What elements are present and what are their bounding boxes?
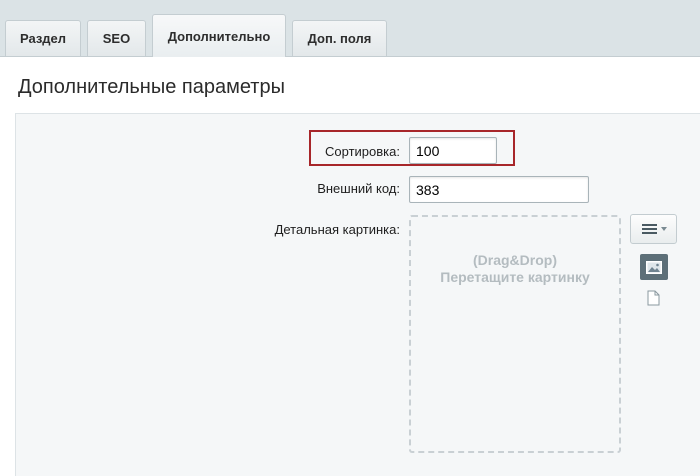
tab-razdel[interactable]: Раздел	[5, 20, 81, 56]
image-icon	[646, 260, 662, 274]
tab-label: SEO	[102, 31, 131, 46]
image-upload-button[interactable]	[640, 254, 668, 280]
external-code-input[interactable]	[409, 176, 589, 203]
panel-title: Дополнительные параметры	[18, 76, 285, 98]
file-icon[interactable]	[647, 290, 660, 306]
tab-extra-fields[interactable]: Доп. поля	[292, 20, 387, 56]
image-menu-button[interactable]	[630, 214, 677, 244]
tab-bar: Раздел SEO Дополнительно Доп. поля	[0, 0, 700, 57]
image-dropzone[interactable]: (Drag&Drop) Перетащите картинку	[409, 215, 621, 453]
external-code-label: Внешний код:	[317, 181, 400, 196]
tab-seo[interactable]: SEO	[87, 20, 146, 56]
hamburger-dropdown-icon	[641, 224, 667, 234]
detail-image-label: Детальная картинка:	[274, 222, 400, 237]
dropzone-hint-text: Перетащите картинку	[440, 269, 590, 285]
tab-label: Доп. поля	[307, 31, 372, 46]
dropzone-hint-dragdrop: (Drag&Drop)	[473, 252, 557, 268]
sort-input[interactable]	[409, 137, 497, 164]
tab-label: Дополнительно	[167, 28, 271, 44]
sort-label: Сортировка:	[325, 144, 400, 159]
tab-additional[interactable]: Дополнительно	[152, 14, 286, 57]
tab-label: Раздел	[19, 31, 67, 46]
